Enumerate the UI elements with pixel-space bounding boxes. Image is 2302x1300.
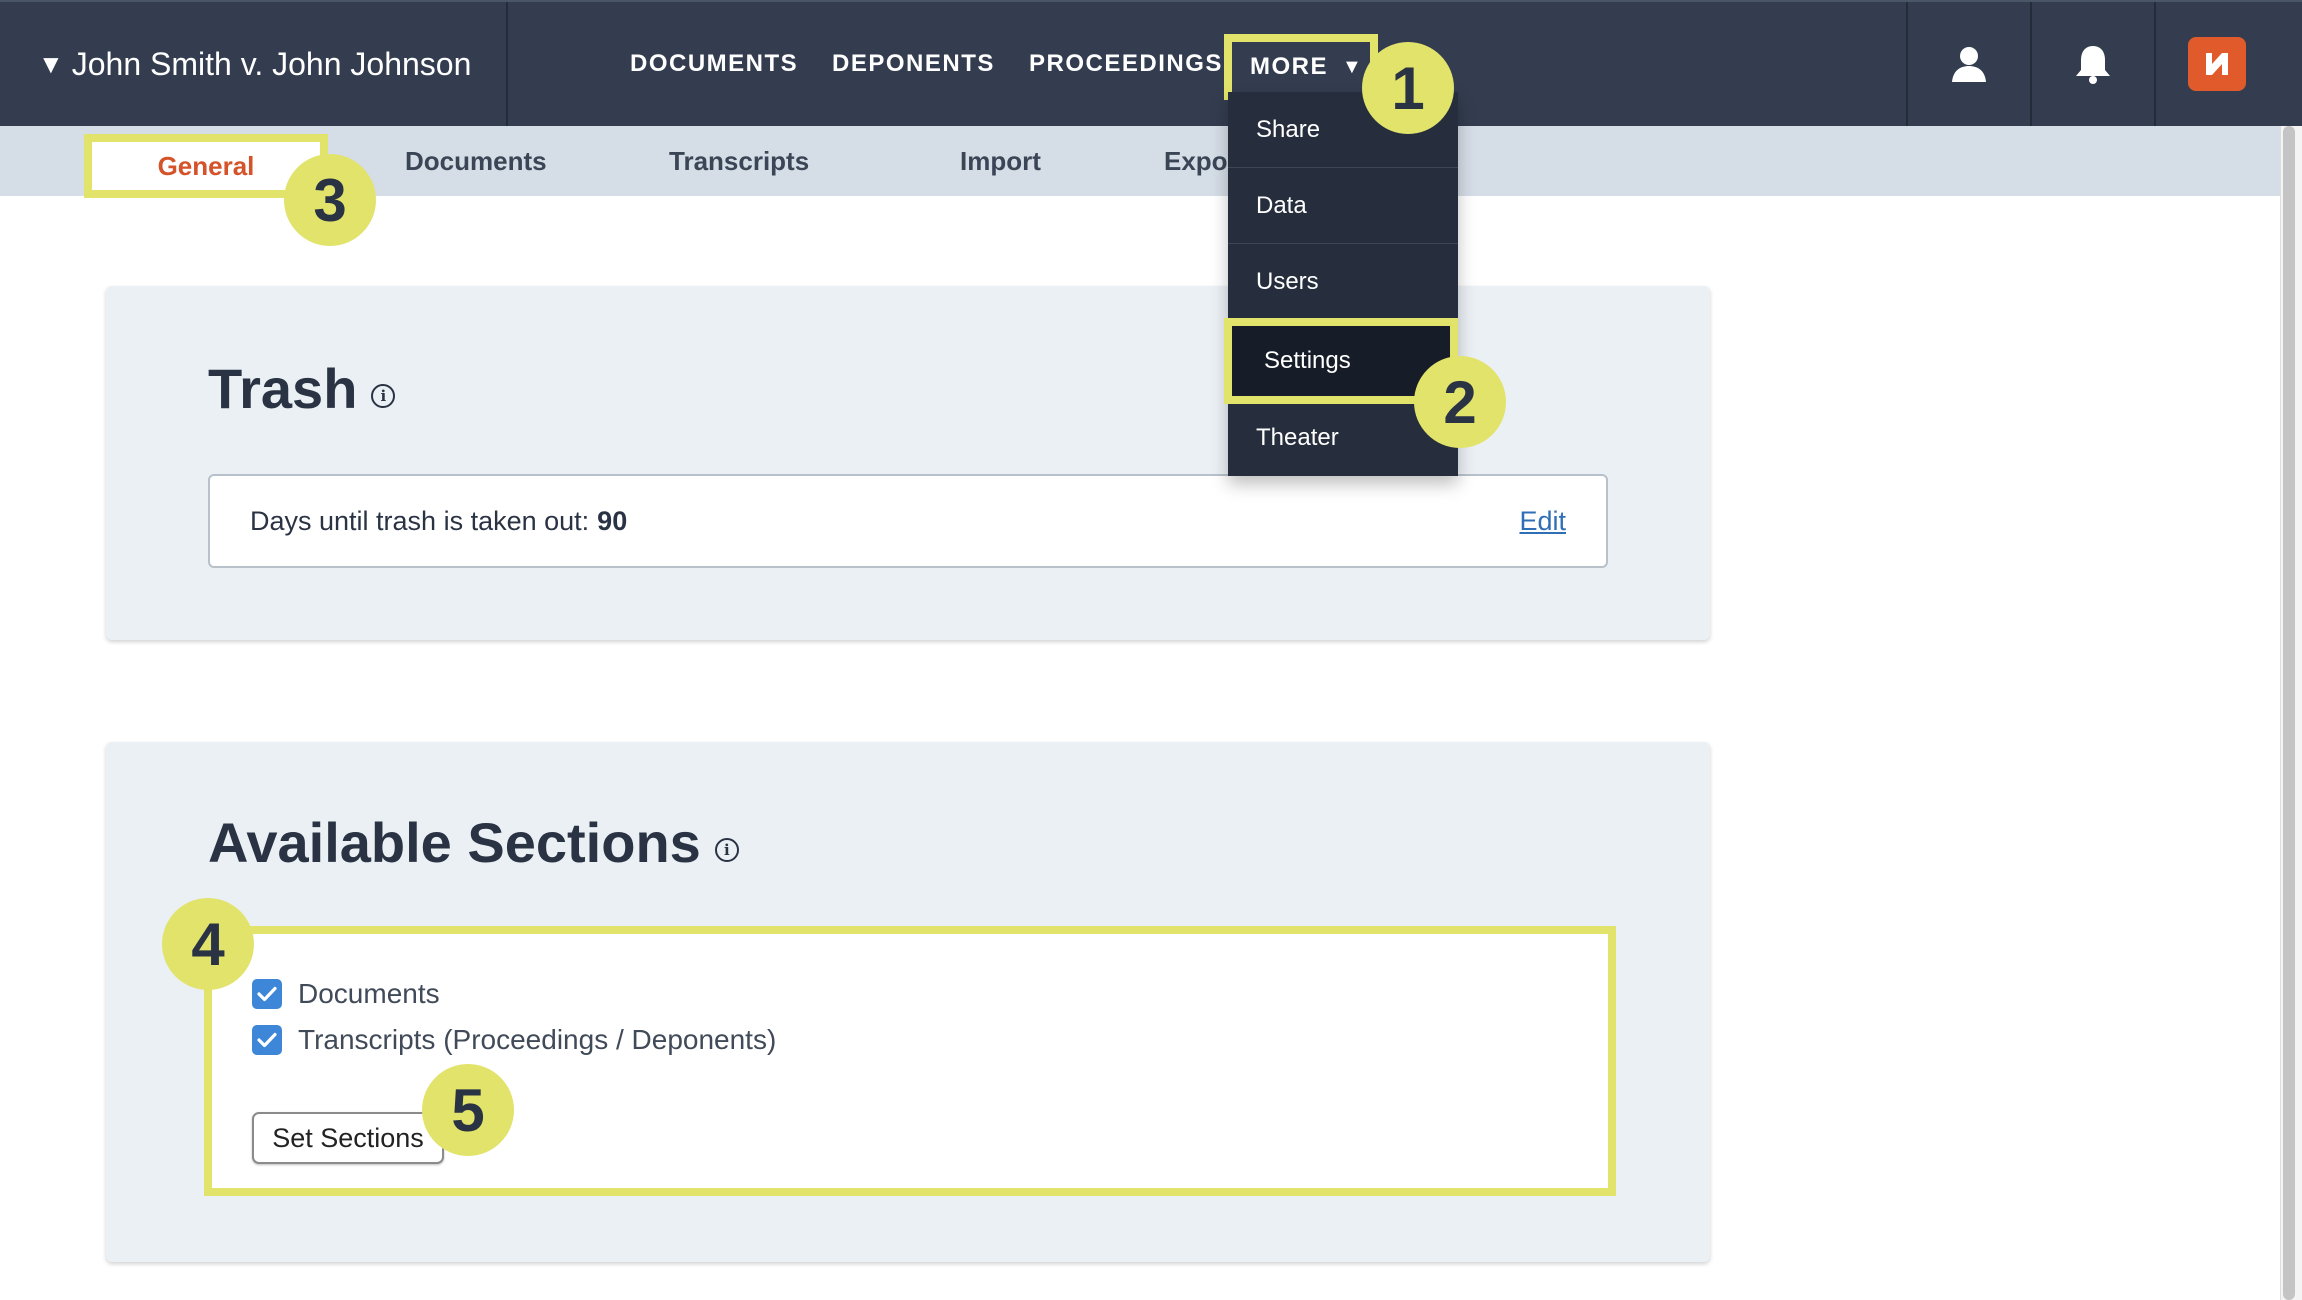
trash-card: Trash i Days until trash is taken out: 9… [106, 286, 1710, 640]
section-option-label: Transcripts (Proceedings / Deponents) [298, 1024, 777, 1055]
section-option-transcripts[interactable]: Transcripts (Proceedings / Deponents) [252, 1024, 776, 1056]
menu-item-data[interactable]: Data [1228, 168, 1458, 244]
case-selector[interactable]: ▼ John Smith v. John Johnson [0, 2, 508, 126]
scrollbar-thumb[interactable] [2283, 126, 2295, 1300]
set-sections-button[interactable]: Set Sections [252, 1112, 444, 1164]
tab-import[interactable]: Import [960, 126, 1041, 196]
trash-setting-row: Days until trash is taken out: 90 Edit [208, 474, 1608, 568]
trash-title-text: Trash [208, 357, 358, 420]
tab-export[interactable]: Expor [1164, 126, 1238, 196]
sections-title: Available Sections i [208, 810, 739, 875]
more-label: MORE [1250, 53, 1328, 80]
section-option-documents[interactable]: Documents [252, 978, 440, 1010]
menu-item-users[interactable]: Users [1228, 244, 1458, 320]
tab-documents[interactable]: Documents [405, 126, 547, 196]
sections-options-box: Documents Transcripts (Proceedings / Dep… [204, 926, 1616, 1196]
callout-badge-2: 2 [1414, 356, 1506, 448]
checkbox-checked-icon[interactable] [252, 979, 282, 1009]
chevron-down-icon: ▼ [1342, 55, 1364, 78]
notifications-button[interactable] [2030, 2, 2154, 126]
sections-title-text: Available Sections [208, 811, 701, 874]
tab-transcripts[interactable]: Transcripts [669, 126, 809, 196]
top-navigation-bar: ▼ John Smith v. John Johnson DOCUMENTS D… [0, 0, 2302, 126]
trash-title: Trash i [208, 356, 396, 421]
case-title: John Smith v. John Johnson [71, 45, 472, 82]
nav-deponents[interactable]: DEPONENTS [832, 2, 995, 126]
nav-proceedings[interactable]: PROCEEDINGS [1029, 2, 1223, 126]
callout-badge-5: 5 [422, 1064, 514, 1156]
user-menu-button[interactable] [1906, 2, 2030, 126]
checkbox-checked-icon[interactable] [252, 1025, 282, 1055]
section-option-label: Documents [298, 978, 440, 1009]
trash-days-label: Days until trash is taken out: [250, 505, 590, 536]
user-icon [1952, 47, 1986, 82]
callout-badge-1: 1 [1362, 42, 1454, 134]
nav-more-button[interactable]: MORE ▼ [1224, 34, 1378, 100]
bell-icon [2076, 46, 2110, 84]
trash-days-value: 90 [597, 505, 628, 536]
nav-documents[interactable]: DOCUMENTS [630, 2, 798, 126]
case-caret-icon: ▼ [38, 48, 64, 79]
info-icon[interactable]: i [371, 383, 396, 408]
app-logo-button[interactable] [2154, 2, 2278, 126]
info-icon[interactable]: i [714, 837, 739, 862]
available-sections-card: Available Sections i Documents Transcrip… [106, 742, 1710, 1262]
app-logo-icon [2188, 37, 2246, 91]
edit-trash-link[interactable]: Edit [1519, 476, 1566, 566]
callout-badge-3: 3 [284, 154, 376, 246]
callout-badge-4: 4 [162, 898, 254, 990]
